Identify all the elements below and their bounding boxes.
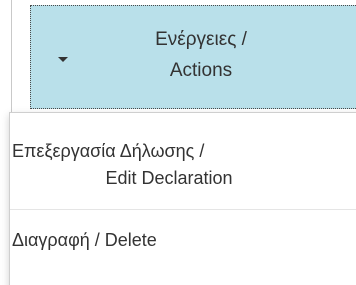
delete-label: Διαγραφή / Delete [12,230,157,250]
edit-declaration-label-english: Edit Declaration [105,168,233,188]
actions-dropdown-button[interactable]: Ενέργειες / Actions [30,5,356,109]
actions-label-greek: Ενέργειες / [155,29,247,50]
actions-button-label: Ενέργειες / Actions [101,24,301,86]
actions-dropdown-menu: Επεξεργασία Δήλωσης / Edit Declaration Δ… [9,112,356,285]
delete-menu-item[interactable]: Διαγραφή / Delete [10,227,356,257]
caret-down-icon [58,57,68,62]
menu-divider [10,209,356,210]
actions-cell: Ενέργειες / Actions Επεξεργασία Δήλωσης … [0,0,356,285]
edit-declaration-label-greek: Επεξεργασία Δήλωσης / [12,141,205,161]
edit-declaration-menu-item[interactable]: Επεξεργασία Δήλωσης / Edit Declaration [10,138,356,204]
actions-label-english: Actions [169,60,233,81]
